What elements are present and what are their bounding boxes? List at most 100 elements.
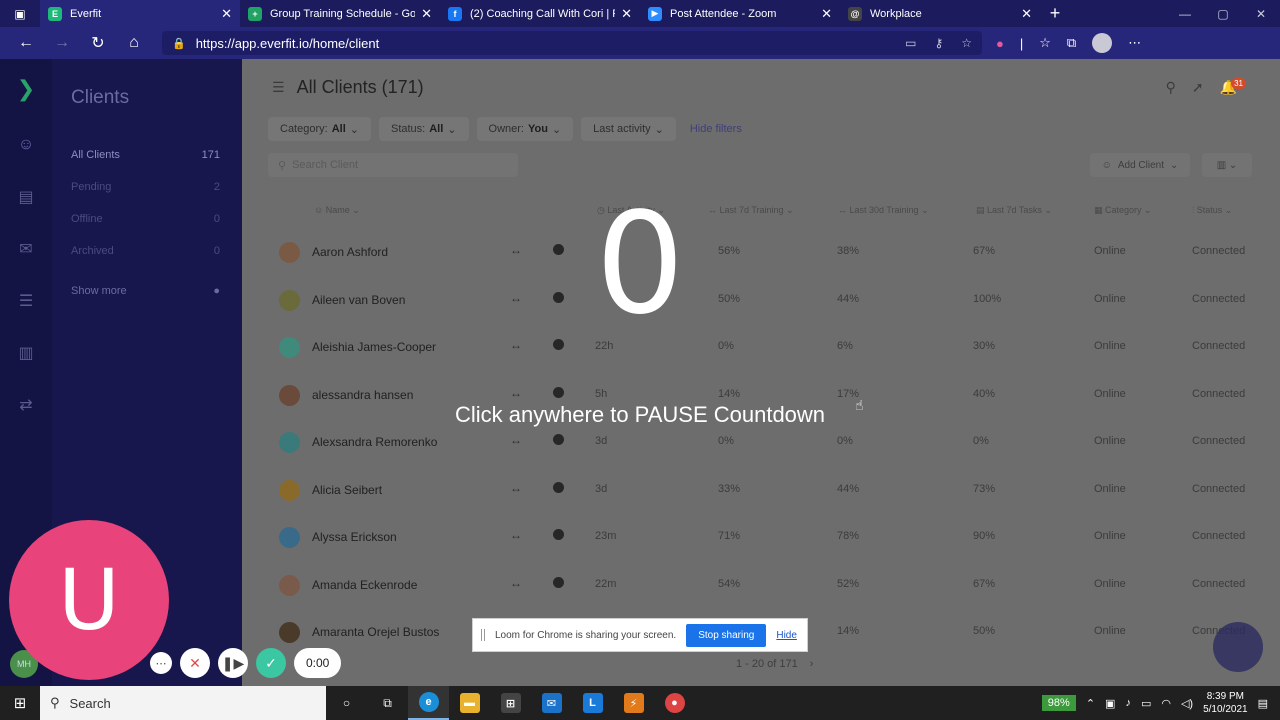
browser-tab[interactable]: ▶ Post Attendee - Zoom ✕	[640, 0, 840, 27]
clients-nav-icon[interactable]: ☺	[0, 119, 52, 171]
battery-icon[interactable]: ▭	[1141, 697, 1151, 710]
camera-icon[interactable]: ▣	[1105, 697, 1115, 710]
home-icon[interactable]: ⌂	[116, 34, 152, 52]
taskbar-search[interactable]: ⚲ Search	[40, 686, 326, 720]
mail-icon[interactable]: ✉	[531, 686, 572, 720]
chat-bubble-icon[interactable]	[553, 529, 564, 540]
finish-recording-icon[interactable]: ✓	[256, 648, 286, 678]
rocket-icon[interactable]: ➚	[1192, 79, 1204, 96]
add-client-button[interactable]: ☺ Add Client ⌄	[1090, 153, 1190, 177]
client-name[interactable]: Alexsandra Remorenko	[312, 435, 437, 449]
drag-handle-icon[interactable]	[481, 629, 485, 641]
back-icon[interactable]: ←	[8, 34, 44, 52]
sync-arrows-icon[interactable]: ↔	[510, 386, 522, 400]
client-name[interactable]: Aleishia James-Cooper	[312, 340, 436, 354]
last-activity-filter[interactable]: Last activity ⌄	[581, 117, 676, 141]
hide-sharing-bar-link[interactable]: Hide	[776, 630, 797, 641]
notifications-icon[interactable]: ▤	[1258, 697, 1268, 710]
tab-actions-icon[interactable]: ▣	[0, 0, 40, 27]
favorites-icon[interactable]: ☆	[1039, 35, 1051, 51]
extension-icon[interactable]: ●	[996, 36, 1004, 51]
store-icon[interactable]: ⊞	[490, 686, 531, 720]
countdown-number[interactable]: 0	[0, 195, 1280, 335]
owner-filter[interactable]: Owner: You ⌄	[476, 117, 574, 141]
system-clock[interactable]: 8:39 PM 5/10/2021	[1203, 690, 1248, 716]
pause-recording-icon[interactable]: ❚▶	[218, 648, 248, 678]
url-field[interactable]: 🔒 https://app.everfit.io/home/client ▭ ⚷…	[162, 31, 982, 55]
sync-arrows-icon[interactable]: ↔	[510, 576, 522, 590]
close-tab-icon[interactable]: ✕	[421, 6, 432, 22]
new-tab-button[interactable]: +	[1040, 0, 1070, 27]
pause-countdown-message[interactable]: Click anywhere to PAUSE Countdown	[0, 402, 1280, 428]
status-filter[interactable]: Status: All ⌄	[378, 117, 469, 141]
browser-tab[interactable]: + Group Training Schedule - Googl ✕	[240, 0, 440, 27]
browser-tab[interactable]: @ Workplace ✕	[840, 0, 1040, 27]
sync-arrows-icon[interactable]: ↔	[510, 528, 522, 542]
client-name[interactable]: Amanda Eckenrode	[312, 578, 417, 592]
task-view-icon[interactable]: ⧉	[367, 686, 408, 720]
close-tab-icon[interactable]: ✕	[821, 6, 832, 22]
cell-activity: 3d	[595, 482, 608, 495]
column-view-button[interactable]: ▥ ⌄	[1202, 153, 1252, 177]
table-row[interactable]: Alicia Seibert ↔ 3d 33% 44% 73% Online Connec…	[242, 467, 1280, 514]
sidebar-item-count: 171	[201, 149, 220, 161]
sidebar-item[interactable]: All Clients 171	[52, 139, 242, 171]
battery-indicator[interactable]: 98%	[1041, 695, 1076, 711]
app-l-icon[interactable]: L	[572, 686, 613, 720]
sync-arrows-icon[interactable]: ↔	[510, 433, 522, 447]
chat-bubble-icon[interactable]	[553, 339, 564, 350]
category-filter[interactable]: Category: All ⌄	[268, 117, 371, 141]
table-row[interactable]: Alyssa Erickson ↔ 23m 71% 78% 90% Online Conn…	[242, 514, 1280, 561]
mic-icon[interactable]: ♪	[1125, 697, 1131, 709]
search-icon[interactable]: ⚲	[1166, 79, 1176, 96]
table-row[interactable]: Amanda Eckenrode ↔ 22m 54% 52% 67% Online Con…	[242, 562, 1280, 609]
client-name[interactable]: Amaranta Orejel Bustos	[312, 625, 439, 639]
chat-bubble-icon[interactable]	[553, 576, 564, 588]
tray-chevron-icon[interactable]: ⌃	[1086, 697, 1095, 710]
sync-arrows-icon[interactable]: ↔	[510, 338, 522, 352]
forward-icon[interactable]: →	[44, 34, 80, 52]
client-name[interactable]: Alyssa Erickson	[312, 530, 397, 544]
next-page-button[interactable]: ›	[810, 658, 814, 670]
key-icon[interactable]: ⚷	[934, 36, 943, 50]
wifi-icon[interactable]: ◠	[1161, 697, 1171, 710]
volume-icon[interactable]: ◁)	[1181, 697, 1193, 710]
lock-icon: 🔒	[172, 37, 186, 50]
hide-filters-link[interactable]: Hide filters	[684, 117, 742, 141]
stop-sharing-button[interactable]: Stop sharing	[686, 623, 767, 647]
chat-bubble-icon[interactable]	[553, 386, 564, 398]
profile-avatar[interactable]	[1092, 33, 1113, 53]
edge-taskbar-icon[interactable]: e	[408, 686, 449, 720]
chat-bubble-icon[interactable]	[553, 434, 564, 445]
maximize-icon[interactable]: ▢	[1204, 0, 1242, 27]
chat-bubble-icon[interactable]	[553, 481, 564, 493]
favorite-icon[interactable]: ☆	[961, 36, 972, 50]
cortana-icon[interactable]: ○	[326, 686, 367, 720]
minimize-icon[interactable]: —	[1166, 0, 1204, 27]
cast-icon[interactable]: ▭	[905, 36, 916, 50]
close-window-icon[interactable]: ✕	[1242, 0, 1280, 27]
chat-support-button[interactable]	[1213, 622, 1263, 672]
collections-icon[interactable]: ⧉	[1067, 35, 1076, 51]
browser-tab[interactable]: f (2) Coaching Call With Cori | Fac ✕	[440, 0, 640, 27]
windows-start-icon[interactable]: ⊞	[0, 694, 40, 712]
close-tab-icon[interactable]: ✕	[621, 6, 632, 22]
more-menu-icon[interactable]: ⋯	[1128, 35, 1141, 51]
client-name[interactable]: alessandra hansen	[312, 388, 413, 402]
sync-arrows-icon[interactable]: ↔	[510, 481, 522, 495]
app-orange-icon[interactable]: ⚡	[613, 686, 654, 720]
chrome-icon[interactable]: ●	[654, 686, 695, 720]
more-options-icon[interactable]: ⋯	[150, 652, 172, 674]
close-tab-icon[interactable]: ✕	[221, 6, 232, 22]
search-client-input[interactable]: ⚲ Search Client	[268, 153, 518, 177]
everfit-logo-icon[interactable]: ❯	[0, 59, 52, 119]
cancel-recording-icon[interactable]: ✕	[180, 648, 210, 678]
client-name[interactable]: Alicia Seibert	[312, 483, 382, 497]
collapse-menu-icon[interactable]: ☰	[272, 79, 285, 96]
bell-icon[interactable]: 🔔31	[1220, 78, 1252, 96]
browser-tab[interactable]: E Everfit ✕	[40, 0, 240, 27]
file-explorer-icon[interactable]: ▬	[449, 686, 490, 720]
loom-camera-bubble[interactable]: U	[9, 520, 169, 680]
refresh-icon[interactable]: ↻	[80, 33, 116, 53]
close-tab-icon[interactable]: ✕	[1021, 6, 1032, 22]
